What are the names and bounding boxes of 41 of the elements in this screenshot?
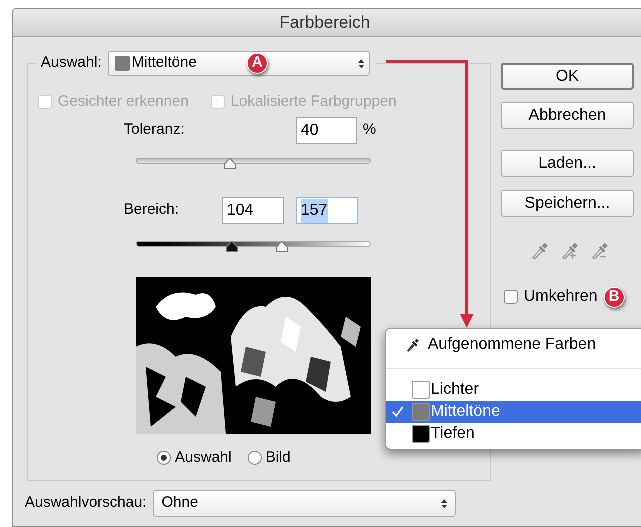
field-label: Toleranz: (124, 120, 186, 140)
selection-dropdown[interactable]: Mitteltöne A (108, 51, 370, 76)
eyedropper-icon[interactable] (531, 241, 549, 261)
menu-item[interactable]: Tiefen (386, 423, 641, 445)
stepper-icon (358, 58, 365, 68)
menu-item[interactable]: Mitteltöne (386, 401, 641, 423)
radio-label: Auswahl (175, 448, 232, 468)
field-label: Auswahl: (41, 53, 102, 74)
slider-thumb[interactable] (276, 241, 288, 252)
dialog-button[interactable]: Laden... (501, 150, 634, 177)
input-field[interactable]: 40 (296, 117, 357, 144)
eyedropper-minus-icon[interactable] (591, 241, 609, 261)
dialog-button[interactable]: Abbrechen (501, 102, 634, 129)
eyedropper-icon (406, 337, 420, 353)
preview-dropdown[interactable]: Ohne (152, 490, 456, 517)
checkbox[interactable] (504, 290, 518, 304)
unit-label: % (363, 120, 376, 140)
check-icon (392, 406, 404, 418)
slider-thumb[interactable] (226, 241, 238, 252)
menu-item[interactable]: Lichter (386, 379, 641, 401)
window-title: Farbbereich (280, 12, 372, 34)
gradient-slider-track[interactable] (136, 241, 371, 247)
annotation-badge: B (604, 286, 625, 308)
dialog-button[interactable]: OK (501, 63, 634, 90)
checkbox-label: Umkehren (524, 287, 598, 307)
input-field[interactable]: 104 (222, 197, 284, 224)
radio-button[interactable] (248, 451, 262, 466)
slider-track[interactable] (136, 158, 371, 164)
eyedropper-plus-icon[interactable] (561, 241, 579, 261)
menu-item[interactable]: Aufgenommene Farben (386, 333, 641, 357)
checkbox-label: Lokalisierte Farbgruppen (230, 92, 397, 112)
stepper-icon (440, 498, 448, 508)
field-label: Bereich: (124, 200, 180, 220)
annotation-badge: A (246, 53, 268, 74)
checkbox-label: Gesichter erkennen (58, 92, 189, 112)
radio-label: Bild (266, 448, 291, 468)
field-label: Auswahlvorschau: (25, 493, 147, 514)
radio-button[interactable] (157, 451, 172, 466)
input-field[interactable]: 157 (296, 197, 358, 224)
slider-thumb[interactable] (224, 158, 236, 169)
dialog-button[interactable]: Speichern... (501, 190, 634, 217)
